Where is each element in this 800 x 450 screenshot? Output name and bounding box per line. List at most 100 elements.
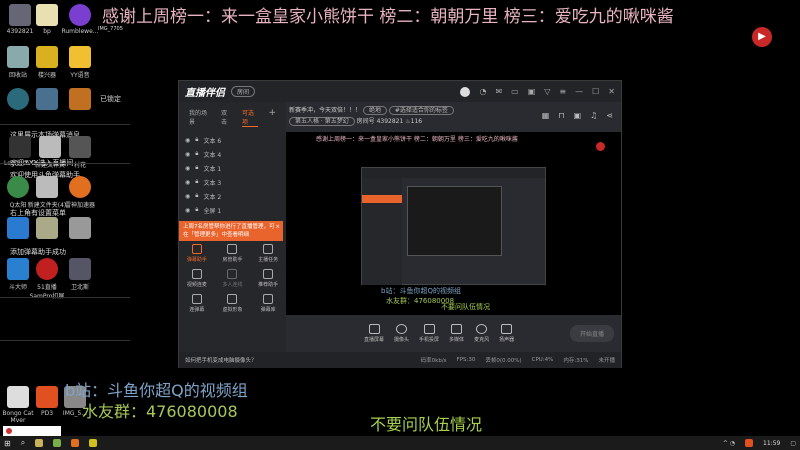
cpu: CPU:4% (531, 357, 554, 363)
tab-my-scenes[interactable]: 我的场景 (189, 108, 211, 127)
tab-options[interactable]: 可选项 (241, 108, 259, 127)
phone-cast-button[interactable]: 手机投屏 (419, 324, 439, 343)
tool-recommend[interactable]: 推荐助手 (250, 269, 286, 288)
room-id-label: 房间号 (356, 118, 375, 125)
tool-multi[interactable]: 多人连线 (215, 269, 251, 288)
app-icon[interactable] (89, 439, 98, 447)
start-live-button[interactable]: 开始直播 (569, 325, 614, 342)
speaker-button[interactable]: 扬声器 (499, 324, 514, 343)
preview-bilibili: b站：斗鱼你超Q的视频组 (381, 287, 461, 295)
section-badge[interactable]: 第五人格 · 第五梦幻 (289, 117, 355, 126)
lock-icon[interactable]: 🔒︎ (195, 178, 198, 186)
room-title[interactable]: 新赛季冲，今天双倍！！！ (289, 107, 361, 114)
notice-overlay: 不要问队伍情况 (370, 415, 483, 434)
divider (0, 124, 130, 125)
share-icon[interactable]: ⋖ (606, 111, 613, 120)
room-badge[interactable]: 房间 (231, 86, 256, 97)
layer-item[interactable]: ◉ 🔒︎ 全屏 1 (179, 203, 286, 217)
search-icon[interactable]: ⌕ (21, 438, 25, 448)
tool-tasks[interactable]: 主播任务 (250, 244, 286, 263)
lock-icon[interactable]: 🔒︎ (195, 164, 198, 172)
desktop-icon[interactable] (60, 217, 100, 241)
headset-icon[interactable]: ◔ (479, 87, 486, 96)
close-icon[interactable]: × (275, 223, 280, 231)
screen-icon[interactable]: ▣ (528, 87, 536, 96)
desktop-icon[interactable] (60, 88, 100, 112)
close-icon[interactable]: ✕ (608, 87, 615, 96)
mini-window[interactable] (3, 426, 61, 436)
lock-icon[interactable]: 🔒︎ (195, 136, 198, 144)
hot-count: 116 (410, 118, 423, 125)
eye-icon[interactable]: ◉ (185, 179, 190, 186)
tray-icons[interactable]: ^ ◔ (723, 440, 735, 447)
desktop-icon[interactable]: YY语音 (60, 46, 100, 79)
media-button[interactable]: 多媒体 (449, 324, 464, 343)
camera-button[interactable]: 摄像头 (394, 324, 409, 343)
live-status: 未开播 (598, 358, 615, 364)
tool-library[interactable]: 弹幕库 (250, 294, 286, 313)
tool-danmaku-link[interactable]: 连弹幕 (179, 294, 215, 313)
app-logo: 直播伴侣 (185, 88, 225, 99)
tag-badge[interactable]: #选择适合你的标签 (388, 106, 454, 115)
preview-notice: 不要问队伍情况 (441, 303, 490, 311)
layer-item[interactable]: ◉ 🔒︎ 文本 2 (179, 189, 286, 203)
divider (0, 297, 130, 298)
add-scene-button[interactable]: + (268, 108, 276, 127)
streaming-app-window: 直播伴侣 房间 ◔ ✉ ▭ ▣ ▽ ≡ — ☐ ✕ 我的场景 双击 可选项 + … (178, 80, 622, 368)
avatar[interactable] (460, 86, 471, 97)
category-badge[interactable]: 绝地 (362, 106, 387, 115)
microphone-button[interactable]: 麦克风 (474, 324, 489, 343)
explorer-icon[interactable] (35, 439, 44, 447)
lock-icon[interactable]: 🔒︎ (195, 192, 198, 200)
mail-icon[interactable]: ✉ (495, 87, 502, 96)
tool-video-link[interactable]: 视频连麦 (179, 269, 215, 288)
stream-preview[interactable]: 感谢上周榜一：来一盒皇家小熊饼干 榜二：朝朝万里 榜三：爱吃九的啾咪酱 b站：斗… (286, 132, 621, 315)
source-toolbar: 直播屏幕 摄像头 手机投屏 多媒体 麦克风 扬声器 开始直播 (286, 315, 622, 352)
divider (0, 340, 130, 341)
tool-danmaku[interactable]: 弹幕助手 (179, 244, 215, 263)
divider (0, 163, 130, 164)
tool-avatar[interactable]: 虚拟形象 (215, 294, 251, 313)
app-icon[interactable] (71, 439, 80, 447)
lock-icon[interactable]: 🔒︎ (195, 150, 198, 158)
tray-app-icon[interactable] (745, 439, 754, 447)
notification-icon[interactable]: ▢ (790, 440, 796, 447)
eye-icon[interactable]: ◉ (185, 193, 190, 200)
preview-banner: 感谢上周榜一：来一盒皇家小熊饼干 榜二：朝朝万里 榜三：爱吃九的啾咪酱 (316, 136, 518, 143)
menu-icon[interactable]: ≡ (559, 87, 566, 96)
bell-icon[interactable]: ♫ (590, 111, 597, 120)
maximize-icon[interactable]: ☐ (592, 87, 599, 96)
unlock-icon[interactable]: ⊓ (558, 111, 564, 120)
desktop-icon[interactable]: 卫北斯 (60, 258, 100, 291)
fan-group-overlay: 水友群：476080008 (82, 402, 238, 421)
minimize-icon[interactable]: — (575, 87, 583, 96)
message-icon[interactable]: ▭ (511, 87, 519, 96)
record-icon (596, 142, 605, 151)
record-icon[interactable]: ▶ (752, 27, 772, 47)
eye-icon[interactable]: ◉ (185, 137, 190, 144)
help-link[interactable]: 如何把手机变成电脑摄像头？ (185, 356, 257, 364)
box-icon[interactable]: ▣ (574, 111, 582, 120)
gift-icon[interactable]: ▦ (542, 111, 550, 120)
clock[interactable]: 11:59 (763, 440, 780, 447)
nested-app-window (361, 167, 546, 285)
start-icon[interactable]: ⊞ (4, 439, 11, 448)
layer-item[interactable]: ◉ 🔒︎ 文本 4 (179, 147, 286, 161)
eye-icon[interactable]: ◉ (185, 151, 190, 158)
tool-admin[interactable]: 房管助手 (215, 244, 251, 263)
desktop-icon[interactable]: 雷神加速器 (60, 176, 100, 209)
layer-item[interactable]: ◉ 🔒︎ 文本 1 (179, 161, 286, 175)
layer-item[interactable]: ◉ 🔒︎ 文本 3 (179, 175, 286, 189)
layer-item[interactable]: ◉ 🔒︎ 文本 6 (179, 133, 286, 147)
taskbar: ⊞ ⌕ ^ ◔ 11:59 ▢ (0, 436, 800, 450)
screen-capture-button[interactable]: 直播屏幕 (364, 324, 384, 343)
lock-icon[interactable]: 🔒︎ (195, 206, 198, 214)
desktop-icon[interactable]: Rumblewe... (60, 4, 100, 35)
shirt-icon[interactable]: ▽ (544, 87, 550, 96)
eye-icon[interactable]: ◉ (185, 165, 190, 172)
memory: 内存:31% (563, 358, 589, 364)
eye-icon[interactable]: ◉ (185, 207, 190, 214)
tab-double[interactable]: 双击 (221, 108, 232, 127)
room-tools: ▦ ⊓ ▣ ♫ ⋖ (542, 111, 613, 120)
app-icon[interactable] (53, 439, 62, 447)
